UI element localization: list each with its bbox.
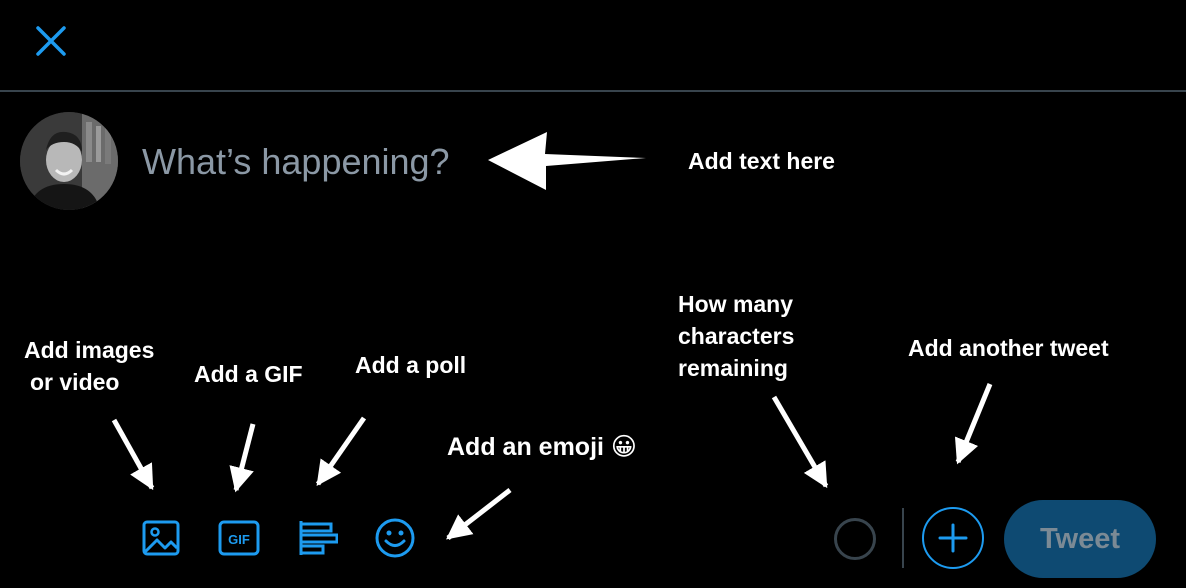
tweet-button[interactable]: Tweet — [1004, 500, 1156, 578]
character-counter — [834, 518, 876, 560]
image-icon — [142, 520, 180, 556]
arrow-add-gif — [229, 423, 256, 493]
compose-input[interactable] — [142, 134, 502, 190]
gif-icon: GIF — [218, 520, 260, 556]
annotation-emoji-glyph: 😀 — [610, 433, 637, 461]
toolbar-separator — [902, 508, 904, 568]
annotation-add-images-line1: Add images — [24, 337, 155, 363]
arrow-add-emoji — [446, 488, 512, 540]
annotation-add-another: Add another tweet — [908, 335, 1109, 361]
arrow-add-another — [954, 383, 993, 465]
header-divider — [0, 90, 1186, 92]
annotation-add-text: Add text here — [688, 148, 835, 174]
add-emoji-button[interactable] — [371, 514, 419, 562]
annotation-add-images-line2: or video — [30, 369, 120, 395]
arrow-add-poll — [315, 416, 367, 487]
arrow-add-images — [111, 418, 155, 491]
add-poll-button[interactable] — [293, 514, 341, 562]
arrow-chars-remaining — [771, 395, 829, 489]
emoji-icon — [375, 518, 415, 558]
poll-icon — [299, 521, 338, 555]
annotation-chars-line1: How many — [678, 291, 794, 317]
annotation-add-gif: Add a GIF — [194, 361, 303, 387]
add-gif-button[interactable]: GIF — [215, 514, 263, 562]
gif-icon-label: GIF — [228, 532, 250, 547]
close-button[interactable] — [28, 18, 74, 64]
annotation-chars-line3: remaining — [678, 355, 788, 381]
profile-photo — [20, 112, 118, 210]
annotation-add-emoji-text: Add an emoji — [447, 433, 604, 461]
add-another-tweet-button[interactable] — [922, 507, 984, 569]
annotation-add-emoji: Add an emoji 😀 — [447, 431, 637, 463]
annotation-add-poll: Add a poll — [355, 352, 467, 378]
annotation-arrows — [111, 132, 993, 540]
plus-icon — [938, 523, 968, 553]
close-icon — [36, 26, 66, 56]
annotation-chars-line2: characters — [678, 323, 795, 349]
add-media-button[interactable] — [137, 514, 185, 562]
avatar[interactable] — [20, 112, 118, 210]
arrow-add-text — [488, 132, 646, 190]
